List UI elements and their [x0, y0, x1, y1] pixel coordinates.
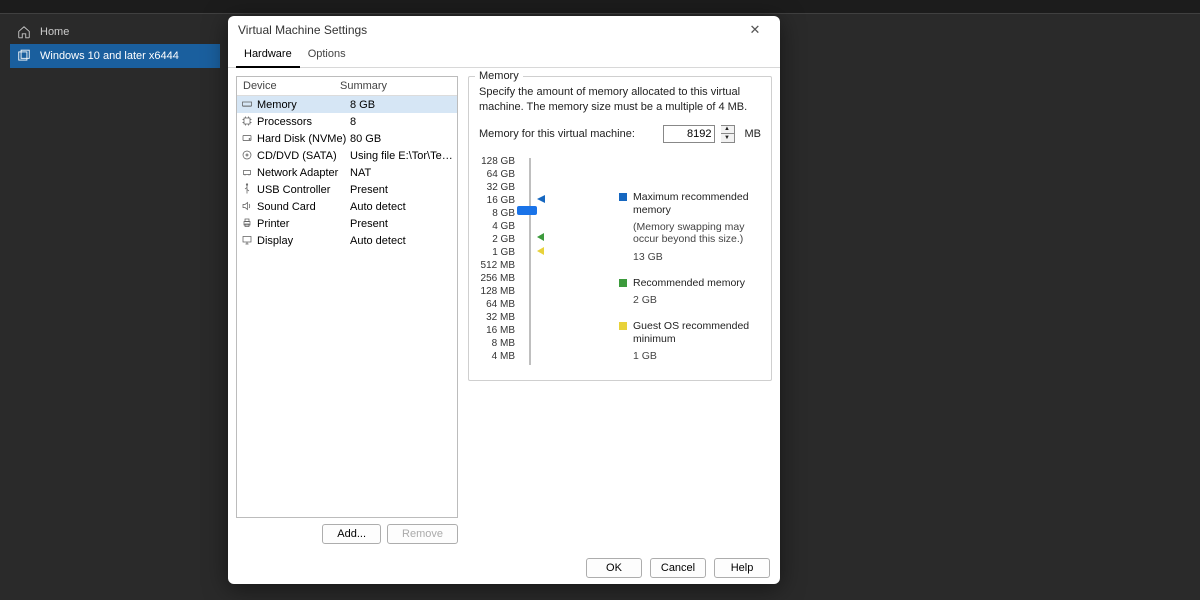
remove-device-button[interactable]: Remove [387, 524, 458, 544]
chevron-up-icon[interactable]: ▲ [721, 126, 734, 135]
vm-icon [16, 48, 32, 64]
sidebar-item-label: Home [40, 26, 69, 38]
dialog-title: Virtual Machine Settings [238, 23, 367, 37]
sidebar: Home Windows 10 and later x6444 [10, 20, 220, 580]
hdd-icon [241, 132, 255, 146]
memory-input-label: Memory for this virtual machine: [479, 128, 635, 140]
sidebar-item-vm[interactable]: Windows 10 and later x6444 [10, 44, 220, 68]
cpu-icon [241, 115, 255, 129]
tabs: Hardware Options [228, 44, 780, 68]
network-icon [241, 166, 255, 180]
memory-icon [241, 98, 255, 112]
memory-desc: Specify the amount of memory allocated t… [479, 85, 761, 115]
device-row-network[interactable]: Network Adapter NAT [237, 164, 457, 181]
cancel-button[interactable]: Cancel [650, 558, 706, 578]
device-row-processors[interactable]: Processors 8 [237, 113, 457, 130]
col-device: Device [237, 77, 334, 95]
fieldset-title: Memory [475, 70, 523, 82]
home-icon [16, 24, 32, 40]
tab-options[interactable]: Options [300, 44, 354, 67]
ok-button[interactable]: OK [586, 558, 642, 578]
speaker-icon [241, 200, 255, 214]
col-summary: Summary [334, 77, 393, 95]
device-row-sound[interactable]: Sound Card Auto detect [237, 198, 457, 215]
device-row-hdd[interactable]: Hard Disk (NVMe) 80 GB [237, 130, 457, 147]
printer-icon [241, 217, 255, 231]
sidebar-item-label: Windows 10 and later x6444 [40, 50, 179, 62]
device-row-display[interactable]: Display Auto detect [237, 232, 457, 249]
memory-unit: MB [745, 128, 762, 140]
vm-settings-dialog: Virtual Machine Settings ✕ Hardware Opti… [228, 16, 780, 584]
device-row-printer[interactable]: Printer Present [237, 215, 457, 232]
memory-spinner[interactable]: ▲▼ [721, 125, 735, 143]
memory-slider[interactable] [523, 155, 537, 369]
memory-input[interactable] [663, 125, 715, 143]
app-toolbar [0, 0, 1200, 14]
help-button[interactable]: Help [714, 558, 770, 578]
max-marker-icon [537, 195, 545, 203]
chevron-down-icon[interactable]: ▼ [721, 134, 734, 142]
device-list: Device Summary Memory 8 GB Processors 8 [236, 76, 458, 518]
tab-hardware[interactable]: Hardware [236, 44, 300, 68]
device-row-usb[interactable]: USB Controller Present [237, 181, 457, 198]
slider-thumb[interactable] [517, 206, 537, 215]
close-icon[interactable]: ✕ [740, 22, 770, 38]
rec-marker-icon [537, 233, 544, 241]
usb-icon [241, 183, 255, 197]
display-icon [241, 234, 255, 248]
blue-swatch-icon [619, 193, 627, 201]
yellow-swatch-icon [619, 322, 627, 330]
disc-icon [241, 149, 255, 163]
memory-legend: Maximum recommended memory (Memory swapp… [545, 155, 761, 369]
memory-scale-labels: 128 GB64 GB32 GB16 GB8 GB4 GB2 GB1 GB512… [479, 155, 515, 369]
add-device-button[interactable]: Add... [322, 524, 381, 544]
device-row-cddvd[interactable]: CD/DVD (SATA) Using file E:\Tor\Test OS\… [237, 147, 457, 164]
memory-fieldset: Memory Specify the amount of memory allo… [468, 76, 772, 381]
min-marker-icon [537, 247, 544, 255]
sidebar-item-home[interactable]: Home [10, 20, 220, 44]
green-swatch-icon [619, 279, 627, 287]
device-row-memory[interactable]: Memory 8 GB [237, 96, 457, 113]
